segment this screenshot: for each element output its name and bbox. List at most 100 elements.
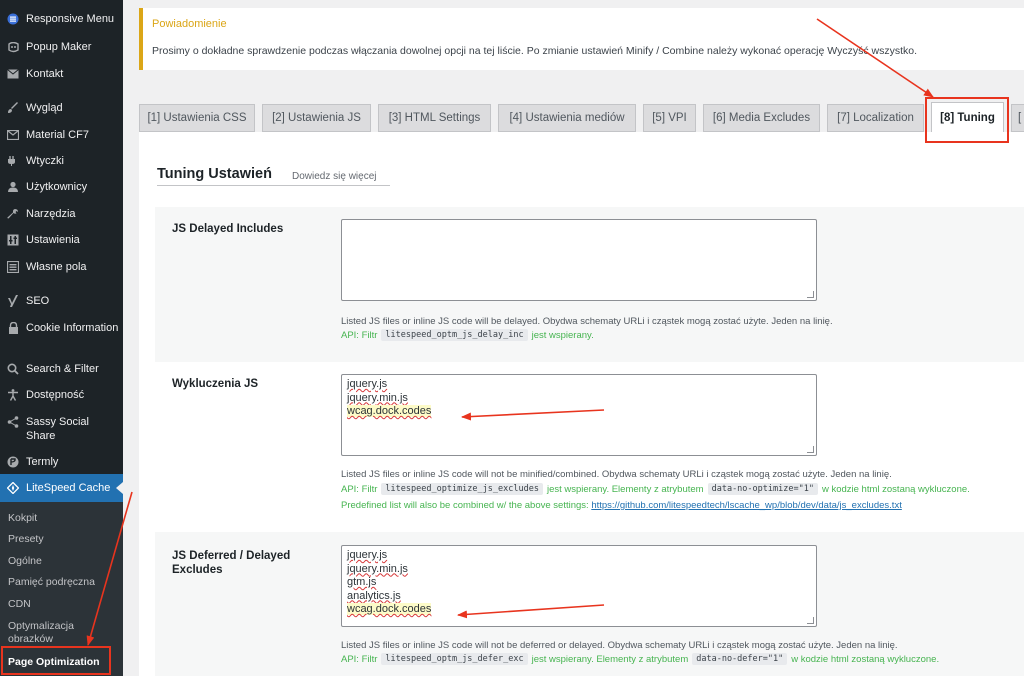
litespeed-diamond-icon	[5, 481, 21, 495]
sidebar-item-responsive-menu[interactable]: Responsive Menu	[0, 12, 123, 26]
js-excludes-textarea[interactable]: jquery.js jquery.min.js wcag.dock.codes	[341, 374, 817, 456]
predefined-list-note: Predefined list will also be combined w/…	[341, 500, 902, 511]
sidebar-item-label: Popup Maker	[26, 41, 92, 53]
tab-next-partial[interactable]: [	[1011, 104, 1024, 132]
tab-tuning[interactable]: [8] Tuning	[931, 102, 1004, 134]
submenu-item-ogolne[interactable]: Ogólne	[8, 555, 120, 568]
section-title-divider	[157, 185, 390, 186]
settings-panel: Tuning Ustawień Dowiedz się więcej JS De…	[139, 132, 1024, 676]
sidebar-item-label: Sassy Social Share	[26, 416, 89, 442]
tab-html-settings[interactable]: [3] HTML Settings	[378, 104, 491, 132]
submenu-item-page-optimization[interactable]: Page Optimization	[8, 656, 120, 669]
custom-fields-icon	[5, 260, 21, 274]
sidebar-item-label: Dostępność	[26, 389, 85, 401]
sidebar-item-cookie-information[interactable]: Cookie Information	[0, 321, 123, 335]
mail-icon	[5, 67, 21, 81]
plugin-icon	[5, 154, 21, 168]
accessibility-icon	[5, 388, 21, 402]
setting-label: Wykluczenia JS	[172, 378, 259, 390]
responsive-menu-icon	[5, 12, 21, 26]
sidebar-item-material-cf7[interactable]: Material CF7	[0, 128, 123, 142]
sidebar-item-wyglad[interactable]: Wygląd	[0, 101, 123, 115]
sidebar-item-seo[interactable]: SEO	[0, 294, 123, 308]
sidebar-item-wlasne-pola[interactable]: Własne pola	[0, 260, 123, 274]
textarea-line: wcag.dock.codes	[347, 405, 432, 417]
resize-handle[interactable]	[807, 617, 814, 624]
sidebar-item-popup-maker[interactable]: Popup Maker	[0, 40, 123, 54]
share-icon	[5, 415, 21, 429]
textarea-line: wcag.dock.codes	[347, 603, 432, 615]
admin-sidebar: Responsive Menu Popup Maker Kontakt Wygl…	[0, 0, 123, 676]
sidebar-item-litespeed-cache[interactable]: LiteSpeed Cache	[0, 474, 123, 502]
tools-wrench-icon	[5, 207, 21, 221]
sidebar-item-ustawienia[interactable]: Ustawienia	[0, 233, 123, 247]
appearance-brush-icon	[5, 101, 21, 115]
api-filter-code: litespeed_optimize_js_excludes	[381, 483, 543, 495]
sidebar-item-termly[interactable]: Termly	[0, 455, 123, 469]
setting-row-js-excludes: Wykluczenia JS jquery.js jquery.min.js w…	[155, 362, 1024, 532]
sidebar-item-label: Material CF7	[26, 129, 89, 141]
sidebar-item-label: SEO	[26, 295, 50, 307]
api-filter-code: litespeed_optm_js_delay_inc	[381, 329, 528, 341]
sidebar-item-kontakt[interactable]: Kontakt	[0, 67, 123, 81]
setting-description: Listed JS files or inline JS code will n…	[341, 640, 898, 651]
sidebar-item-narzedzia[interactable]: Narzędzia	[0, 207, 123, 221]
submenu-item-cdn[interactable]: CDN	[8, 598, 120, 611]
envelope-icon	[5, 128, 21, 142]
api-middle: jest wspierany. Elementy z atrybutem	[546, 483, 704, 495]
textarea-line: jquery.js	[347, 378, 388, 390]
submenu-item-pamiec-podreczna[interactable]: Pamięć podręczna	[8, 576, 120, 589]
section-title: Tuning Ustawień	[157, 166, 272, 182]
tab-vpi[interactable]: [5] VPI	[643, 104, 696, 132]
setting-description: Listed JS files or inline JS code will n…	[341, 469, 892, 480]
js-deferred-excludes-textarea[interactable]: jquery.js jquery.min.js gtm.js analytics…	[341, 545, 817, 627]
api-prefix: API: Filtr	[341, 483, 378, 495]
sidebar-item-search-filter[interactable]: Search & Filter	[0, 362, 123, 376]
submenu-item-presety[interactable]: Presety	[8, 533, 120, 546]
resize-handle[interactable]	[807, 291, 814, 298]
submenu-item-optymalizacja-obrazkow[interactable]: Optymalizacja obrazków	[8, 620, 88, 646]
api-prefix: API: Filtr	[341, 329, 378, 341]
api-suffix: w kodzie html zostaną wykluczone.	[791, 653, 940, 665]
api-prefix: API: Filtr	[341, 653, 378, 665]
popup-maker-icon	[5, 40, 21, 54]
submenu-item-kokpit[interactable]: Kokpit	[8, 512, 120, 525]
setting-row-js-deferred-excludes: JS Deferred / Delayed Excludes jquery.js…	[155, 532, 1024, 676]
tab-localization[interactable]: [7] Localization	[827, 104, 924, 132]
learn-more-link[interactable]: Dowiedz się więcej	[292, 171, 376, 182]
sidebar-item-label: Ustawienia	[26, 234, 80, 246]
api-attribute-code: data-no-defer="1"	[692, 653, 788, 665]
yoast-seo-icon	[5, 294, 21, 308]
sidebar-item-wtyczki[interactable]: Wtyczki	[0, 154, 123, 168]
sidebar-item-sassy-social-share[interactable]: Sassy Social Share	[0, 415, 123, 443]
tab-media-settings[interactable]: [4] Ustawienia mediów	[498, 104, 636, 132]
tab-js-settings[interactable]: [2] Ustawienia JS	[262, 104, 371, 132]
resize-handle[interactable]	[807, 446, 814, 453]
setting-row-js-delayed-includes: JS Delayed Includes Listed JS files or i…	[155, 207, 1024, 362]
sidebar-item-label: Termly	[26, 456, 59, 468]
setting-api-note: API: Filtr litespeed_optm_js_delay_inc j…	[341, 329, 594, 341]
js-delayed-includes-textarea[interactable]	[341, 219, 817, 301]
sidebar-item-label: Search & Filter	[26, 363, 99, 375]
search-icon	[5, 362, 21, 376]
sidebar-item-label: LiteSpeed Cache	[26, 482, 111, 494]
lock-icon	[5, 321, 21, 335]
sidebar-item-dostepnosc[interactable]: Dostępność	[0, 388, 123, 402]
sidebar-item-label: Własne pola	[26, 261, 87, 273]
sidebar-item-label: Kontakt	[26, 68, 64, 80]
notice-title: Powiadomienie	[152, 18, 227, 30]
textarea-line: jquery.min.js	[347, 391, 408, 404]
sidebar-item-label: Wtyczki	[26, 155, 64, 167]
setting-api-note: API: Filtr litespeed_optimize_js_exclude…	[341, 483, 970, 495]
sidebar-item-uzytkownicy[interactable]: Użytkownicy	[0, 180, 123, 194]
predefined-list-link[interactable]: https://github.com/litespeedtech/lscache…	[591, 500, 902, 511]
textarea-line: gtm.js	[347, 576, 377, 588]
api-filter-code: litespeed_optm_js_defer_exc	[381, 653, 528, 665]
api-suffix: w kodzie html zostaną wykluczone.	[821, 483, 970, 495]
litespeed-submenu	[0, 502, 123, 676]
tab-css-settings[interactable]: [1] Ustawienia CSS	[139, 104, 255, 132]
setting-label: JS Deferred / Delayed Excludes	[172, 550, 291, 576]
setting-api-note: API: Filtr litespeed_optm_js_defer_exc j…	[341, 653, 939, 665]
tab-media-excludes[interactable]: [6] Media Excludes	[703, 104, 820, 132]
textarea-line: analytics.js	[347, 589, 401, 602]
